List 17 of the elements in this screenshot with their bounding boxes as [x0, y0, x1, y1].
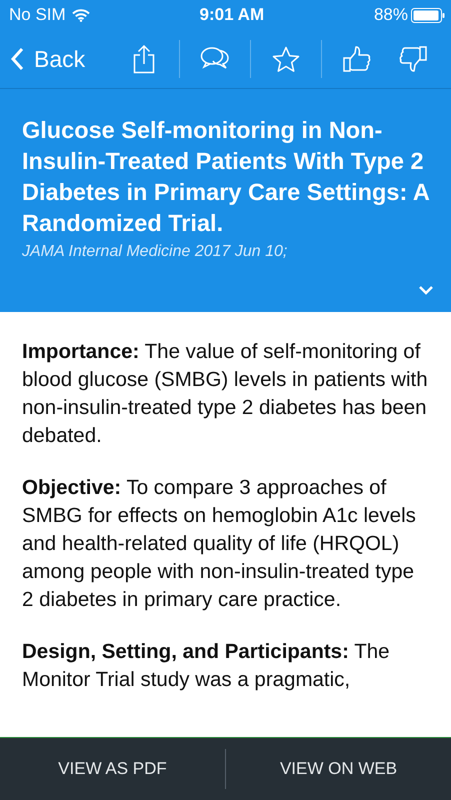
share-icon — [133, 44, 155, 74]
abstract-paragraph: Design, Setting, and Participants: The Monitor Trial study was a pragmatic, — [22, 639, 391, 693]
thumbs-up-icon — [343, 45, 371, 73]
chevron-left-icon — [10, 47, 24, 71]
wifi-icon — [72, 8, 90, 22]
thumbs-down-icon — [399, 45, 427, 73]
star-icon — [272, 46, 300, 72]
battery-icon — [411, 8, 445, 22]
view-option-button[interactable]: VIEW ON WEB — [226, 738, 451, 800]
article-title: Glucose Self-monitoring in Non-Insulin-Treated Patients With Type 2 Diabetes in Primary Care Settings: A Randomized Trial. — [22, 116, 430, 238]
battery-percent: 88% — [374, 5, 408, 25]
abstract-paragraph: Objective: To compare 3 approaches of SMBG for effects on hemoglobin A1c levels and health-related quality of life (HRQOL) among people with non-insulin-treated type 2 diabetes in primary care practice. — [22, 475, 417, 613]
view-option-button[interactable]: VIEW AS PDF — [0, 738, 225, 800]
journal-citation: JAMA Internal Medicine 2017 Jun 10; — [22, 243, 288, 261]
carrier-label: No SIM — [9, 5, 66, 25]
abstract-paragraph: Importance: The value of self-monitoring of blood glucose (SMBG) levels in patients with non-insulin-treated type 2 diabetes has been debated. — [22, 339, 429, 449]
clock-label: 9:01 AM — [200, 5, 264, 25]
